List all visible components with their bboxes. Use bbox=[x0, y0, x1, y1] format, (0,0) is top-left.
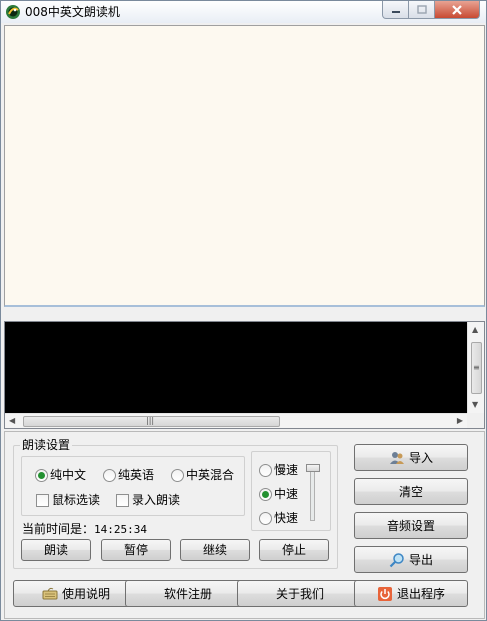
grip-icon: ||| bbox=[146, 416, 155, 425]
scroll-right-icon[interactable]: ▶ bbox=[457, 416, 463, 426]
people-icon bbox=[389, 451, 404, 464]
maximize-button[interactable] bbox=[409, 1, 435, 19]
checkbox-label: 鼠标选读 bbox=[52, 493, 101, 507]
close-icon bbox=[452, 4, 462, 15]
register-button[interactable]: 软件注册 bbox=[125, 580, 251, 607]
scrollbar-corner bbox=[467, 413, 484, 428]
radio-pure-chinese[interactable]: 纯中文 bbox=[35, 468, 86, 482]
radio-dot bbox=[103, 468, 116, 482]
secondary-text-panel: ▲ ≡ ▼ ◀ ||| ▶ bbox=[4, 321, 485, 429]
magnifier-icon bbox=[389, 552, 404, 567]
read-settings-legend: 朗读设置 bbox=[20, 438, 73, 452]
parrot-icon bbox=[6, 5, 20, 19]
radio-label: 中英混合 bbox=[186, 468, 235, 482]
radio-label: 纯英语 bbox=[118, 468, 155, 482]
resume-button[interactable]: 继续 bbox=[180, 539, 250, 561]
export-button[interactable]: 导出 bbox=[354, 546, 468, 573]
time-value: 14:25:34 bbox=[94, 523, 147, 536]
language-group bbox=[21, 456, 245, 516]
keyboard-icon bbox=[42, 587, 58, 599]
current-time: 当前时间是：14:25:34 bbox=[22, 522, 147, 537]
radio-dot bbox=[259, 511, 272, 525]
checkbox-label: 录入朗读 bbox=[132, 493, 181, 507]
radio-label: 快速 bbox=[274, 511, 299, 525]
radio-label: 慢速 bbox=[274, 463, 299, 477]
export-label: 导出 bbox=[408, 552, 433, 567]
audio-settings-button[interactable]: 音频设置 bbox=[354, 512, 468, 539]
minimize-icon bbox=[391, 10, 400, 13]
radio-label: 中速 bbox=[274, 487, 299, 501]
maximize-icon bbox=[416, 5, 427, 14]
speed-slider[interactable] bbox=[310, 467, 315, 521]
time-label: 当前时间是： bbox=[22, 522, 95, 536]
scroll-left-icon[interactable]: ◀ bbox=[9, 416, 15, 426]
radio-dot bbox=[259, 487, 272, 501]
checkbox-box bbox=[116, 493, 129, 507]
import-label: 导入 bbox=[408, 450, 433, 465]
control-panel: 朗读设置 纯中文 纯英语 中英混合 鼠标选读 录入朗读 慢速 中速 快速 当前时… bbox=[4, 431, 485, 619]
pause-button[interactable]: 暂停 bbox=[101, 539, 171, 561]
window-controls bbox=[382, 1, 480, 19]
exit-button[interactable]: 退出程序 bbox=[354, 580, 468, 607]
secondary-text-area[interactable] bbox=[5, 322, 467, 413]
title-bar: 008中英文朗读机 bbox=[1, 1, 486, 23]
import-button[interactable]: 导入 bbox=[354, 444, 468, 471]
app-window: 008中英文朗读机 ▲ ≡ ▼ ◀ ||| ▶ 朗读设置 纯中文 纯英语 中英混… bbox=[0, 0, 487, 621]
horizontal-scroll-thumb[interactable]: ||| bbox=[23, 416, 280, 427]
close-button[interactable] bbox=[435, 1, 480, 19]
radio-fast[interactable]: 快速 bbox=[259, 511, 298, 525]
vertical-scroll-thumb[interactable]: ≡ bbox=[471, 342, 482, 394]
clear-button[interactable]: 清空 bbox=[354, 478, 468, 505]
radio-label: 纯中文 bbox=[50, 468, 87, 482]
scroll-down-icon[interactable]: ▼ bbox=[472, 400, 478, 410]
radio-mixed[interactable]: 中英混合 bbox=[171, 468, 234, 482]
radio-medium[interactable]: 中速 bbox=[259, 487, 298, 501]
vertical-scrollbar[interactable]: ▲ ≡ ▼ bbox=[467, 322, 484, 413]
radio-slow[interactable]: 慢速 bbox=[259, 463, 298, 477]
radio-dot bbox=[35, 468, 48, 482]
window-title: 008中英文朗读机 bbox=[25, 5, 120, 19]
horizontal-scrollbar[interactable]: ◀ ||| ▶ bbox=[5, 413, 467, 428]
radio-dot bbox=[259, 463, 272, 477]
manual-label: 使用说明 bbox=[61, 586, 110, 601]
checkbox-input-read[interactable]: 录入朗读 bbox=[116, 493, 180, 507]
exit-label: 退出程序 bbox=[396, 586, 445, 601]
scroll-up-icon[interactable]: ▲ bbox=[472, 325, 478, 335]
radio-pure-english[interactable]: 纯英语 bbox=[103, 468, 154, 482]
power-icon bbox=[377, 586, 392, 601]
grip-icon: ≡ bbox=[473, 363, 480, 372]
radio-dot bbox=[171, 468, 184, 482]
manual-button[interactable]: 使用说明 bbox=[13, 580, 139, 607]
read-button[interactable]: 朗读 bbox=[21, 539, 91, 561]
stop-button[interactable]: 停止 bbox=[259, 539, 329, 561]
minimize-button[interactable] bbox=[382, 1, 409, 19]
main-text-area[interactable] bbox=[4, 25, 485, 307]
about-button[interactable]: 关于我们 bbox=[237, 580, 363, 607]
checkbox-box bbox=[36, 493, 49, 507]
checkbox-mouse-select-read[interactable]: 鼠标选读 bbox=[36, 493, 100, 507]
speed-slider-thumb[interactable] bbox=[306, 464, 320, 472]
